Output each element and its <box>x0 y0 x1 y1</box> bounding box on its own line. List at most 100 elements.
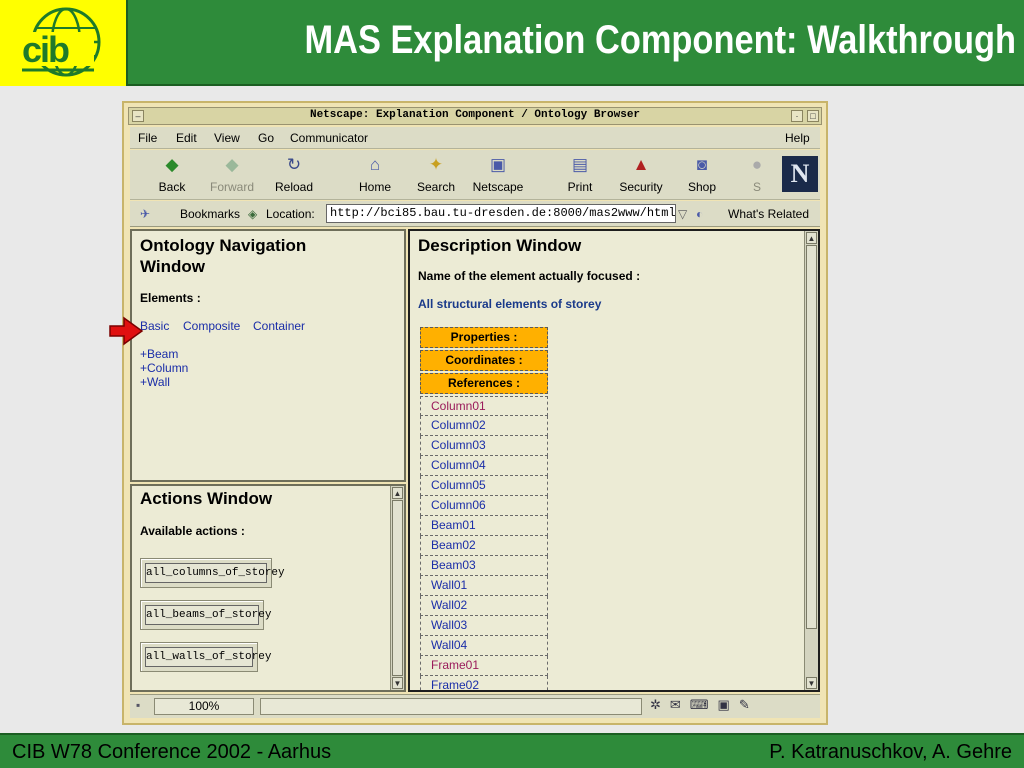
menu-go[interactable]: Go <box>258 131 274 145</box>
stop-button[interactable]: ● S <box>742 152 772 198</box>
forward-button[interactable]: ◆ Forward <box>202 152 262 198</box>
table-row[interactable]: Frame02 <box>420 676 548 690</box>
location-dropdown-icon[interactable]: ▽ <box>678 207 687 221</box>
location-toolbar: ✈ Bookmarks ◈ Location: http://bci85.bau… <box>130 201 820 227</box>
nav-frame-title-line1: Ontology Navigation <box>140 236 307 255</box>
location-page-icon: ◈ <box>248 207 258 221</box>
cib-logo: cib <box>0 0 128 86</box>
stop-icon: ● <box>751 155 763 174</box>
netscape-window: – Netscape: Explanation Component / Onto… <box>122 101 828 725</box>
focused-element-label: Name of the element actually focused : <box>418 269 641 283</box>
ontology-navigation-frame: Ontology Navigation Window Elements : Ba… <box>130 229 406 482</box>
actions-frame-title: Actions Window <box>140 489 273 508</box>
status-message <box>260 698 642 715</box>
status-bar: ▪ 100% ✲✉⌨▣✎ <box>130 694 820 718</box>
description-frame: Description Window Name of the element a… <box>408 229 820 692</box>
security-status-icon[interactable]: ▪ <box>136 698 140 712</box>
reload-button[interactable]: ↻ Reload <box>264 152 324 198</box>
scroll-down-icon[interactable]: ▼ <box>392 677 403 689</box>
menu-bar: File Edit View Go Communicator Help <box>130 127 820 149</box>
table-row[interactable]: Column02 <box>420 416 548 436</box>
focused-element-value: All structural elements of storey <box>418 297 602 311</box>
shop-bag-icon: ◙ <box>696 155 708 174</box>
footer-authors: P. Katranuschkov, A. Gehre <box>769 741 1012 763</box>
available-actions-label: Available actions : <box>140 524 245 538</box>
table-row[interactable]: Column04 <box>420 456 548 476</box>
desc-frame-title: Description Window <box>418 236 582 255</box>
progress-percent: 100% <box>154 698 254 715</box>
tab-composite[interactable]: Composite <box>183 319 240 333</box>
print-button[interactable]: ▤ Print <box>550 152 610 198</box>
menu-view[interactable]: View <box>214 131 240 145</box>
svg-text:cib: cib <box>22 29 69 70</box>
table-row[interactable]: Column01 <box>420 396 548 416</box>
window-titlebar[interactable]: – Netscape: Explanation Component / Onto… <box>128 107 822 125</box>
whats-related-icon[interactable]: ◐ <box>696 207 703 221</box>
table-row[interactable]: Wall03 <box>420 616 548 636</box>
minimize-icon[interactable]: · <box>791 110 803 122</box>
nav-frame-title-line2: Window <box>140 257 205 276</box>
slide-header: cib MAS Explanation Component: Walkthrou… <box>0 0 1024 86</box>
references-header[interactable]: References : <box>420 373 548 394</box>
menu-file[interactable]: File <box>138 131 157 145</box>
menu-edit[interactable]: Edit <box>176 131 197 145</box>
tab-container[interactable]: Container <box>253 319 305 333</box>
all-columns-of-storey-button[interactable]: all_columns_of_storey <box>140 558 285 588</box>
table-row[interactable]: Beam01 <box>420 516 548 536</box>
table-row[interactable]: Wall04 <box>420 636 548 656</box>
security-button[interactable]: ▲ Security <box>611 152 671 198</box>
menu-help[interactable]: Help <box>785 131 810 145</box>
table-row[interactable]: Wall01 <box>420 576 548 596</box>
print-icon: ▤ <box>571 155 589 174</box>
home-button[interactable]: ⌂ Home <box>345 152 405 198</box>
netscape-logo-icon: N <box>782 156 818 192</box>
actions-scrollbar[interactable]: ▲ ▼ <box>390 486 404 690</box>
bookmarks-icon[interactable]: ✈ <box>140 207 150 221</box>
element-column[interactable]: +Column <box>140 361 188 375</box>
all-beams-of-storey-button[interactable]: all_beams_of_storey <box>140 600 271 630</box>
properties-header[interactable]: Properties : <box>420 327 548 348</box>
shop-button[interactable]: ◙ Shop <box>672 152 732 198</box>
location-url-input[interactable]: http://bci85.bau.tu-dresden.de:8000/mas2… <box>326 204 676 223</box>
elements-label: Elements : <box>140 291 201 305</box>
back-button[interactable]: ◆ Back <box>142 152 202 198</box>
description-scroll-thumb[interactable] <box>806 245 817 629</box>
description-scrollbar[interactable]: ▲ ▼ <box>804 231 818 690</box>
scroll-up-icon[interactable]: ▲ <box>392 487 403 499</box>
component-bar-icons[interactable]: ✲✉⌨▣✎ <box>650 697 759 713</box>
table-row[interactable]: Column05 <box>420 476 548 496</box>
table-row[interactable]: Wall02 <box>420 596 548 616</box>
menu-communicator[interactable]: Communicator <box>290 131 368 145</box>
red-pointer-arrow-icon <box>109 316 144 346</box>
footer-conference: CIB W78 Conference 2002 - Aarhus <box>12 741 332 763</box>
tab-basic[interactable]: Basic <box>140 319 169 333</box>
element-wall[interactable]: +Wall <box>140 375 170 389</box>
scroll-up-icon[interactable]: ▲ <box>806 232 817 244</box>
slide-footer: CIB W78 Conference 2002 - Aarhus P. Katr… <box>0 733 1024 768</box>
forward-arrow-icon: ◆ <box>225 155 239 174</box>
search-icon: ✦ <box>428 155 444 174</box>
all-walls-of-storey-button[interactable]: all_walls_of_storey <box>140 642 271 672</box>
coordinates-header[interactable]: Coordinates : <box>420 350 548 371</box>
home-icon: ⌂ <box>369 155 381 174</box>
actions-frame: Actions Window Available actions : all_c… <box>130 484 406 692</box>
reload-icon: ↻ <box>286 155 302 174</box>
table-row[interactable]: Beam03 <box>420 556 548 576</box>
cib-globe-logo-icon: cib <box>20 7 101 77</box>
scroll-down-icon[interactable]: ▼ <box>806 677 817 689</box>
table-row[interactable]: Frame01 <box>420 656 548 676</box>
actions-scroll-thumb[interactable] <box>392 500 403 676</box>
table-row[interactable]: Beam02 <box>420 536 548 556</box>
security-lock-icon: ▲ <box>632 155 650 174</box>
my-netscape-icon: ▣ <box>489 155 507 174</box>
table-row[interactable]: Column03 <box>420 436 548 456</box>
maximize-icon[interactable]: □ <box>807 110 819 122</box>
window-title: Netscape: Explanation Component / Ontolo… <box>309 109 641 121</box>
search-button[interactable]: ✦ Search <box>406 152 466 198</box>
table-row[interactable]: Column06 <box>420 496 548 516</box>
whats-related-button[interactable]: What's Related <box>728 207 809 221</box>
navigation-toolbar: ◆ Back ◆ Forward ↻ Reload ⌂ Home ✦ Searc… <box>130 150 820 200</box>
element-beam[interactable]: +Beam <box>140 347 178 361</box>
bookmarks-button[interactable]: Bookmarks <box>180 207 240 221</box>
netscape-button[interactable]: ▣ Netscape <box>468 152 528 198</box>
